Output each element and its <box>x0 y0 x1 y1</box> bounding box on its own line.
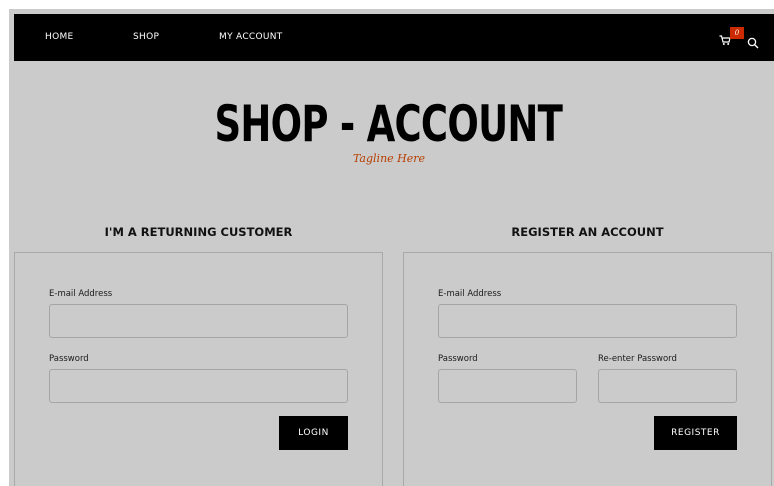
login-password-field[interactable] <box>49 369 348 403</box>
site-tagline: Tagline Here <box>352 152 426 165</box>
register-password-field[interactable] <box>438 369 577 403</box>
top-navbar: HOME SHOP MY ACCOUNT 0 <box>14 14 774 61</box>
login-password-label: Password <box>49 354 89 364</box>
nav-link-my-account[interactable]: MY ACCOUNT <box>219 14 283 61</box>
cart-count-badge[interactable]: 0 <box>730 27 744 39</box>
nav-link-home[interactable]: HOME <box>45 14 74 61</box>
register-email-label: E-mail Address <box>438 289 502 299</box>
register-heading: REGISTER AN ACCOUNT <box>511 225 664 239</box>
register-email-field[interactable] <box>438 304 737 338</box>
search-icon[interactable] <box>747 34 759 49</box>
login-button[interactable]: LOGIN <box>279 416 348 450</box>
page-title: SHOP - ACCOUNT <box>214 95 563 153</box>
login-email-field[interactable] <box>49 304 348 338</box>
nav-link-shop[interactable]: SHOP <box>133 14 159 61</box>
login-email-label: E-mail Address <box>49 289 113 299</box>
login-heading: I'M A RETURNING CUSTOMER <box>104 225 293 239</box>
register-reenter-password-label: Re-enter Password <box>598 354 677 364</box>
register-reenter-password-field[interactable] <box>598 369 737 403</box>
register-button[interactable]: REGISTER <box>654 416 737 450</box>
register-password-label: Password <box>438 354 478 364</box>
